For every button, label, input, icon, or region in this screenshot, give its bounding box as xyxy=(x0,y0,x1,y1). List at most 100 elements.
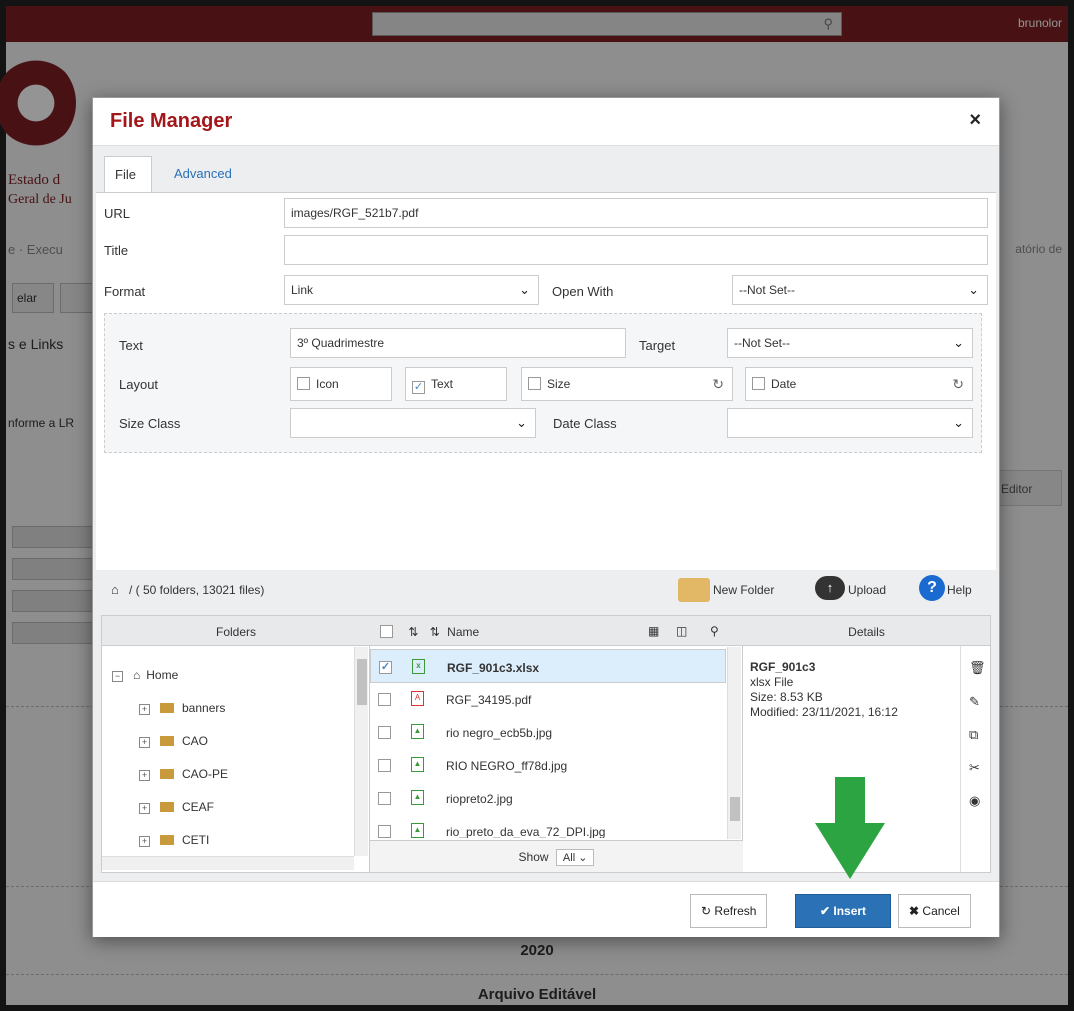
file-checkbox[interactable] xyxy=(378,825,391,838)
text-checkbox[interactable]: ✓ xyxy=(412,381,425,394)
insert-label: Insert xyxy=(833,904,867,918)
layout-label: Layout xyxy=(119,377,159,392)
date-checkbox[interactable] xyxy=(752,377,765,390)
tab-advanced[interactable]: Advanced xyxy=(164,156,242,193)
details-header: Details xyxy=(743,616,990,646)
expand-icon[interactable]: + xyxy=(139,836,150,847)
folder-label: Home xyxy=(146,668,179,682)
icon-option-label: Icon xyxy=(316,377,339,391)
help-button[interactable]: Help xyxy=(947,583,972,597)
folders-header: Folders xyxy=(102,616,370,646)
file-row[interactable]: ▲ RIO NEGRO_ff78d.jpg xyxy=(370,748,726,782)
file-checkbox[interactable] xyxy=(378,726,391,739)
target-value: --Not Set-- xyxy=(734,336,791,350)
file-tab-panel: URL images/RGF_521b7.pdf Title Format Li… xyxy=(96,192,996,570)
folder-item[interactable]: + CAO-PE xyxy=(139,767,228,781)
layout-text-option[interactable]: ✓ Text xyxy=(405,367,507,401)
expand-icon[interactable]: + xyxy=(139,704,150,715)
collapse-icon[interactable]: − xyxy=(112,671,123,682)
folders-scrollbar[interactable] xyxy=(354,647,368,856)
expand-icon[interactable]: + xyxy=(139,803,150,814)
current-path: / ( 50 folders, 13021 files) xyxy=(129,583,265,597)
show-select[interactable]: All ⌄ xyxy=(555,849,595,866)
name-column-header[interactable]: Name xyxy=(447,625,479,639)
file-name: RGF_901c3.xlsx xyxy=(447,661,540,675)
close-icon[interactable]: × xyxy=(969,109,981,132)
cancel-label: Cancel xyxy=(922,904,960,918)
folder-item[interactable]: + banners xyxy=(139,701,225,715)
layout-icon-option[interactable]: Icon xyxy=(290,367,392,401)
insert-button[interactable]: ✔ Insert xyxy=(795,894,891,928)
file-row[interactable]: ▲ rio negro_ecb5b.jpg xyxy=(370,715,726,749)
expand-icon[interactable]: + xyxy=(139,737,150,748)
target-select[interactable]: --Not Set-- ⌄ xyxy=(727,328,973,358)
trash-icon[interactable]: 🗑 xyxy=(969,660,986,676)
size-checkbox[interactable] xyxy=(528,377,541,390)
close-icon: ✖ xyxy=(909,904,920,918)
sort-icon[interactable]: ⇅ xyxy=(408,625,418,639)
folder-icon[interactable] xyxy=(678,578,710,602)
file-checkbox[interactable] xyxy=(378,759,391,772)
select-all-checkbox[interactable] xyxy=(380,625,393,638)
edit-icon[interactable]: ✎ xyxy=(969,694,980,710)
grid-view-icon[interactable]: ▦ xyxy=(648,624,659,638)
layout-date-option[interactable]: Date ↻ xyxy=(745,367,973,401)
file-checkbox[interactable] xyxy=(378,693,391,706)
file-checkbox[interactable]: ✓ xyxy=(379,661,392,674)
cloud-upload-icon[interactable]: ↑ xyxy=(815,576,845,600)
scrollbar-thumb[interactable] xyxy=(730,797,740,821)
file-row[interactable]: ✓ x RGF_901c3.xlsx xyxy=(370,649,726,683)
file-row[interactable]: ▲ riopreto2.jpg xyxy=(370,781,726,815)
folders-hscrollbar[interactable] xyxy=(102,856,354,870)
image-file-icon: ▲ xyxy=(411,724,424,739)
preview-eye-icon[interactable]: ◉ xyxy=(969,793,980,809)
refresh-button[interactable]: ↻ Refresh xyxy=(690,894,768,928)
image-file-icon: ▲ xyxy=(411,757,424,772)
folder-item[interactable]: + CAO xyxy=(139,734,208,748)
text-option-label: Text xyxy=(431,377,454,391)
layout-size-option[interactable]: Size ↻ xyxy=(521,367,733,401)
home-icon: ⌂ xyxy=(133,668,141,682)
refresh-icon[interactable]: ↻ xyxy=(712,376,724,393)
folder-item[interactable]: + CETI xyxy=(139,833,209,847)
arrow-down-icon xyxy=(815,777,885,879)
open-with-select[interactable]: --Not Set-- ⌄ xyxy=(732,275,988,305)
folder-label: CAO xyxy=(182,734,209,748)
copy-icon[interactable]: ⧉ xyxy=(969,727,978,743)
cut-icon[interactable]: ✂ xyxy=(969,760,980,776)
detail-actions: 🗑 ✎ ⧉ ✂ ◉ xyxy=(960,646,990,872)
cancel-button[interactable]: ✖ Cancel xyxy=(898,894,971,928)
search-icon[interactable]: ⚲ xyxy=(710,624,719,638)
size-class-select[interactable]: ⌄ xyxy=(290,408,536,438)
help-icon[interactable]: ? xyxy=(919,575,945,601)
upload-button[interactable]: Upload xyxy=(848,583,886,597)
text-input[interactable]: 3º Quadrimestre xyxy=(290,328,626,358)
expand-icon[interactable]: + xyxy=(139,770,150,781)
image-file-icon: ▲ xyxy=(411,790,424,805)
icon-checkbox[interactable] xyxy=(297,377,310,390)
folder-icon xyxy=(160,835,174,845)
scrollbar-thumb[interactable] xyxy=(357,659,367,705)
refresh-icon[interactable]: ↻ xyxy=(952,376,964,393)
columns-view-icon[interactable]: ◫ xyxy=(676,624,687,638)
folder-label: CEAF xyxy=(182,800,215,814)
folder-home[interactable]: − ⌂ Home xyxy=(112,668,178,682)
tab-file[interactable]: File xyxy=(104,156,152,193)
sort-name-icon[interactable]: ⇅ xyxy=(430,625,440,639)
home-icon[interactable]: ⌂ xyxy=(111,582,119,597)
new-folder-button[interactable]: New Folder xyxy=(713,583,774,597)
detail-name: RGF_901c3 xyxy=(750,660,816,674)
file-checkbox[interactable] xyxy=(378,792,391,805)
folder-icon xyxy=(160,703,174,713)
url-input[interactable]: images/RGF_521b7.pdf xyxy=(284,198,988,228)
image-file-icon: ▲ xyxy=(411,823,424,838)
file-row[interactable]: ▲ rio_preto_da_eva_72_DPI.jpg xyxy=(370,814,726,838)
date-class-select[interactable]: ⌄ xyxy=(727,408,973,438)
file-row[interactable]: A RGF_34195.pdf xyxy=(370,682,726,716)
chevron-down-icon: ⌄ xyxy=(516,415,527,430)
title-input[interactable] xyxy=(284,235,988,265)
format-select[interactable]: Link ⌄ xyxy=(284,275,539,305)
folder-item[interactable]: + CEAF xyxy=(139,800,214,814)
check-icon: ✔ xyxy=(819,904,831,918)
files-scrollbar[interactable] xyxy=(727,647,741,839)
